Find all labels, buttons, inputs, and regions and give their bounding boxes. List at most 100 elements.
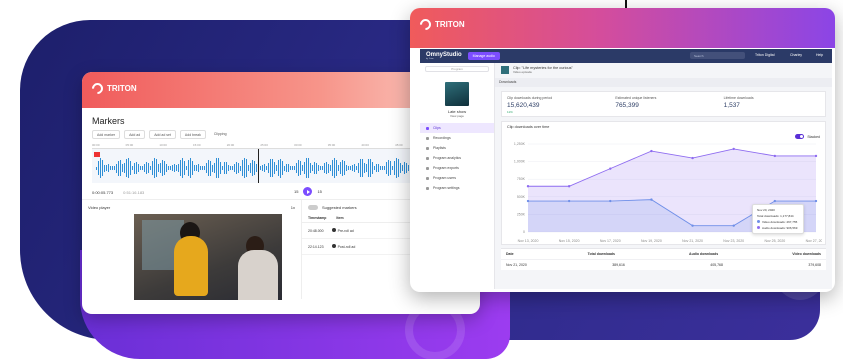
x-tick-label: Nov 25, 2020: [764, 239, 785, 243]
play-button[interactable]: [303, 187, 313, 196]
marker-tool-button[interactable]: Add break: [179, 130, 206, 139]
current-time: 0:00:05.773: [92, 189, 114, 195]
sidebar-item-clips[interactable]: Clips: [420, 123, 494, 133]
timeline-tick: 10:00: [159, 143, 167, 147]
legend-dot: [757, 220, 760, 223]
marketing-hero: TRITON Markers Add marker Add ad Add ad se…: [0, 0, 843, 359]
stat-card: Estimated unique listeners 765,399: [615, 96, 657, 109]
nav-icon: [426, 126, 429, 130]
col-item: Item: [336, 216, 344, 220]
clip-subtitle: Video episode: [513, 70, 532, 74]
app-body: Program Late show View page Clips Recordi…: [420, 63, 832, 289]
total-time: 0:51:16.183: [123, 189, 145, 195]
x-tick-label: Nov 17, 2020: [600, 239, 621, 243]
clip-thumbnail: [501, 66, 509, 74]
main-content: Clip: "Life mysteries for the curious" V…: [495, 63, 832, 289]
user-menu[interactable]: Charley: [790, 53, 802, 57]
table-row[interactable]: Nov 21, 2020 389,616 405,768 379,608: [501, 259, 826, 270]
data-point: [609, 167, 612, 170]
col-timestamp: Timestamp: [308, 216, 327, 220]
sidebar-item-recordings[interactable]: Recordings: [420, 133, 494, 143]
video-player-header: Video player 1x: [82, 200, 301, 213]
omny-studio-window: TRITON OmnyStudio by Triton Manage audio …: [410, 8, 835, 292]
timeline-tick: 40:00: [361, 143, 369, 147]
stat-card: Clip downloads during period 15,620,439 …: [507, 96, 603, 114]
triton-icon: [417, 16, 434, 33]
org-menu[interactable]: Triton Digital: [755, 53, 775, 57]
data-point: [609, 199, 612, 203]
nav-icon: [426, 156, 429, 160]
marker-tool-button[interactable]: Clipping: [210, 130, 231, 139]
y-tick-label: 1,250K: [514, 142, 526, 146]
downloads-table-header: Date Total downloads Audio downloads Vid…: [501, 248, 826, 259]
chart-tooltip: Nov 20, 2020 Total downloads: 1,177,844 …: [752, 204, 804, 234]
program-selector[interactable]: Program: [425, 66, 489, 72]
data-point: [732, 147, 735, 151]
marker-tool-button[interactable]: Add ad set: [149, 130, 176, 139]
timeline-tick: 35:00: [327, 143, 336, 147]
timeline-tick: 30:00: [294, 143, 302, 147]
toggle-switch[interactable]: [308, 205, 318, 210]
help-link[interactable]: Help: [816, 53, 823, 57]
data-point: [773, 199, 777, 203]
playhead[interactable]: [258, 149, 259, 183]
timeline-tick: 05:00: [125, 143, 134, 147]
nav-icon: [426, 186, 429, 190]
search-input[interactable]: Search: [690, 52, 745, 59]
video-player-label: Video player: [88, 205, 111, 210]
data-point: [691, 156, 694, 160]
stat-card: Lifetime downloads 1,537: [723, 96, 754, 109]
triton-logo: TRITON: [89, 80, 137, 97]
data-point: [650, 149, 653, 153]
sidebar-nav: Clips Recordings Playlists Program analytic…: [420, 123, 494, 193]
skip-back-button[interactable]: 15: [294, 189, 298, 194]
sidebar-item-program-settings[interactable]: Program settings: [420, 183, 494, 193]
marker-tool-button[interactable]: Add ad: [124, 130, 146, 139]
timeline-tick: 00:00: [92, 143, 100, 147]
timeline-tick: 15:00: [193, 143, 201, 147]
legend-dot: [757, 226, 760, 229]
playback-controls: 15 15: [294, 187, 322, 196]
window-header: TRITON: [410, 8, 835, 48]
podcast-artwork: [445, 82, 469, 106]
x-tick-label: Nov 15, 2020: [559, 239, 580, 243]
y-tick-label: 250K: [517, 212, 526, 216]
triton-icon: [89, 80, 106, 97]
speed-control[interactable]: 1x: [291, 205, 295, 210]
data-point: [526, 185, 530, 188]
sidebar: Program Late show View page Clips Recordi…: [420, 63, 495, 289]
video-frame[interactable]: [134, 214, 282, 300]
stats-row: Clip downloads during period 15,620,439 …: [501, 91, 826, 117]
view-page-link[interactable]: View page: [420, 114, 494, 118]
nav-icon: [426, 136, 429, 140]
data-point: [650, 198, 653, 201]
sidebar-item-program-users[interactable]: Program users: [420, 173, 494, 183]
skip-forward-button[interactable]: 15: [317, 189, 321, 194]
nav-icon: [426, 166, 429, 170]
data-point: [732, 224, 735, 227]
chart-title: Clip downloads over time: [507, 125, 550, 129]
omny-studio-logo[interactable]: OmnyStudio by Triton: [426, 52, 462, 60]
clip-header: Clip: "Life mysteries for the curious" V…: [501, 66, 826, 74]
timeline-tick: 25:00: [260, 143, 268, 147]
sidebar-item-program-analytics[interactable]: Program analytics: [420, 153, 494, 163]
y-tick-label: 0: [523, 230, 525, 234]
change-badge: 11%: [507, 110, 513, 114]
triton-logo: TRITON: [417, 16, 465, 33]
tab-downloads[interactable]: Downloads: [495, 78, 832, 87]
y-tick-label: 500K: [517, 195, 526, 199]
x-tick-label: Nov 13, 2020: [518, 239, 539, 243]
nav-icon: [426, 146, 429, 150]
sidebar-item-playlists[interactable]: Playlists: [420, 143, 494, 153]
data-point: [526, 199, 530, 203]
marker-tool-button[interactable]: Add marker: [92, 130, 121, 139]
manage-audio-button[interactable]: Manage audio: [467, 52, 500, 60]
x-tick-label: Nov 27, 2020: [806, 239, 822, 243]
y-tick-label: 1,000K: [514, 160, 526, 164]
data-point: [567, 185, 571, 188]
data-point: [814, 199, 818, 203]
x-tick-label: Nov 19, 2020: [641, 239, 662, 243]
timeline-tick: 20:00: [226, 143, 235, 147]
ad-icon: [331, 244, 336, 248]
sidebar-item-program-exports[interactable]: Program exports: [420, 163, 494, 173]
